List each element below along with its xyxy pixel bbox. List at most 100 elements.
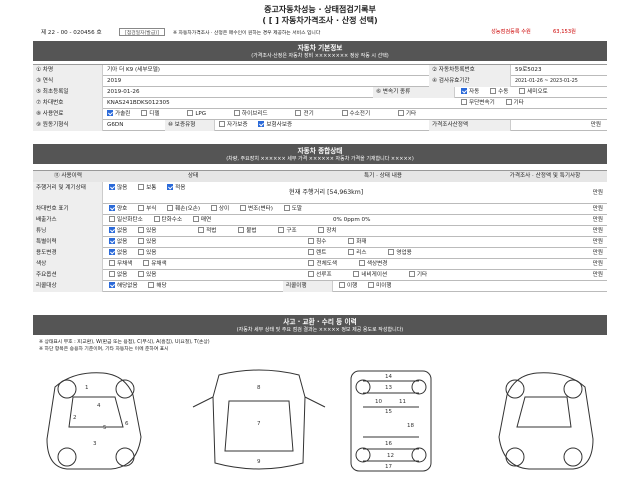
transmission-auto[interactable]: 자동 <box>461 87 479 98</box>
emission-co[interactable]: 일산화탄소 <box>109 215 143 226</box>
mileage-many[interactable]: 많음 <box>109 183 127 193</box>
options-other[interactable]: 기타 <box>408 270 427 281</box>
vin-painted[interactable]: 도말 <box>283 204 302 215</box>
options-sunroof[interactable]: 선루프 <box>308 270 332 281</box>
checkbox-icon <box>408 271 415 277</box>
fuel-hydrogen[interactable]: 수소전기 <box>341 109 371 120</box>
state-row-vin: 차대번호 표기 양호 부식 훼손(오손) 상이 변조(변타) 도말 만원 <box>33 204 607 215</box>
option-label: 화재 <box>356 239 367 245</box>
warranty-price-label: 가격조사산정액 <box>429 120 511 131</box>
options-yes[interactable]: 있음 <box>138 270 156 281</box>
vin-damage[interactable]: 훼손(오손) <box>167 204 200 215</box>
checkbox-icon <box>348 238 355 244</box>
transmission-label: ⑥ 변속기 종류 <box>373 87 455 98</box>
vin-corrosion[interactable]: 부식 <box>138 204 156 215</box>
tuning-legal[interactable]: 적법 <box>198 226 216 237</box>
special-yes[interactable]: 있음 <box>138 237 156 248</box>
mileage-normal[interactable]: 보통 <box>138 183 156 193</box>
transmission-other[interactable]: 기타 <box>505 98 524 109</box>
checkbox-icon <box>461 99 467 105</box>
fuel-gasoline[interactable]: 가솔린 <box>107 109 130 120</box>
option-label: 있음 <box>146 228 157 234</box>
checkbox-icon <box>187 110 194 116</box>
fuel-electric[interactable]: 전기 <box>295 109 314 120</box>
tuning-illegal[interactable]: 불법 <box>238 226 257 237</box>
usage-none[interactable]: 없음 <box>109 248 127 259</box>
color-achromatic[interactable]: 무채색 <box>109 259 132 270</box>
checkbox-checked-icon <box>107 110 113 116</box>
checkbox-checked-icon <box>109 184 115 190</box>
checkbox-icon <box>138 249 145 255</box>
tuning-yes[interactable]: 있음 <box>138 226 156 237</box>
recall-done-options: 이행 미이행 <box>339 281 479 292</box>
part-12: 12 <box>387 453 394 459</box>
vin-altered[interactable]: 변조(변타) <box>239 204 273 215</box>
usage-yes[interactable]: 있음 <box>138 248 156 259</box>
special-flood[interactable]: 침수 <box>308 237 326 248</box>
usage-commercial[interactable]: 영업용 <box>388 248 412 259</box>
checkbox-icon <box>318 227 325 233</box>
options-none[interactable]: 없음 <box>109 270 127 281</box>
option-label: 해당 <box>156 283 167 289</box>
color-chromatic[interactable]: 유채색 <box>143 259 167 270</box>
basic-row-4: ⑦ 차대번호 KNAS241BDKS012305 무단변속기 기타 <box>33 98 607 109</box>
checkbox-checked-icon <box>109 249 115 255</box>
checkbox-icon <box>153 216 160 222</box>
color-full-paint[interactable]: 전체도색 <box>308 259 337 270</box>
recall-not-done[interactable]: 미이행 <box>368 281 392 292</box>
fuel-other[interactable]: 기타 <box>397 109 416 120</box>
emission-hc[interactable]: 탄화수소 <box>153 215 182 226</box>
tuning-device[interactable]: 장치 <box>318 226 337 237</box>
vin-mark-label: 차대번호 표기 <box>33 204 103 215</box>
vin-good[interactable]: 양호 <box>109 204 127 215</box>
option-label: 일산화탄소 <box>117 217 143 223</box>
legend-line-1: ※ 상태표시 부호 : X(교환), W(판금 또는 용접), C(부식), A… <box>39 340 210 345</box>
main-options-options: 없음 있음 선루프 네비게이션 기타 <box>109 270 479 281</box>
warranty-self[interactable]: 자가보증 <box>219 120 248 131</box>
warranty-insurer[interactable]: 보험사보증 <box>258 120 292 131</box>
state-table: ⑪ 사용이력 상태 특기 · 상태 내용 가격조사 · 산정액 및 특기사항 주… <box>33 170 607 292</box>
fuel-diesel[interactable]: 디젤 <box>141 109 160 120</box>
emission-price: 만원 <box>592 217 603 223</box>
option-label: 선루프 <box>316 272 332 278</box>
checkbox-icon <box>109 271 115 277</box>
recall-done[interactable]: 이행 <box>339 281 357 292</box>
color-change[interactable]: 색상변경 <box>358 259 387 270</box>
options-navigation[interactable]: 네비게이션 <box>353 270 387 281</box>
tuning-structure[interactable]: 구조 <box>278 226 297 237</box>
special-fire[interactable]: 화재 <box>348 237 367 248</box>
option-label: 불법 <box>246 228 257 234</box>
basic-info-note: (가격조사·산정은 자동차 장비 ×××××××× 정상 작동 시 선택) <box>251 53 389 59</box>
col-detail: 특기 · 상태 내용 <box>283 171 483 182</box>
car-right-side-view <box>498 372 594 470</box>
usage-lease[interactable]: 리스 <box>348 248 367 259</box>
special-none[interactable]: 없음 <box>109 237 127 248</box>
fuel-lpg[interactable]: LPG <box>187 109 206 120</box>
recall-not-applicable[interactable]: 해당없음 <box>109 281 138 292</box>
first-reg-label: ⑤ 최초등록일 <box>33 87 103 98</box>
transmission-cvt[interactable]: 무단변속기 <box>461 98 495 109</box>
engine-type-label: ⑨ 원동기형식 <box>33 120 103 131</box>
tuning-options: 없음 있음 적법 불법 구조 장치 <box>109 226 479 237</box>
option-label: 전기 <box>303 111 314 117</box>
transmission-manual[interactable]: 수동 <box>490 87 508 98</box>
main-options-label: 주요옵션 <box>33 270 103 281</box>
tuning-none[interactable]: 없음 <box>109 226 127 237</box>
repair-history-note: (자동차 세부 상태 및 주요 점검 결과는 ××××× 정보 제공 용도로 작… <box>236 327 404 333</box>
car-name-value: 기아 더 K9 (세부모델) <box>107 67 160 73</box>
vin-different[interactable]: 상이 <box>210 204 229 215</box>
usage-rent[interactable]: 렌트 <box>308 248 326 259</box>
transmission-semiauto[interactable]: 세미오토 <box>519 87 548 98</box>
fuel-hybrid[interactable]: 하이브리드 <box>233 109 268 120</box>
emission-smoke[interactable]: 매연 <box>192 215 211 226</box>
emission-options: 일산화탄소 탄화수소 매연 <box>109 215 289 226</box>
price-service-notice: ※ 자동차가격조사 · 산정은 매수인이 원하는 경우 제공하는 서비스 입니다 <box>173 31 321 36</box>
mileage-few[interactable]: 적음 <box>167 183 185 193</box>
state-row-color: 색상 무채색 유채색 전체도색 색상변경 만원 <box>33 259 607 270</box>
checkbox-icon <box>348 249 355 255</box>
mileage-detail: 현재 주행거리 [54,963km] <box>289 189 364 196</box>
part-18: 18 <box>407 423 414 429</box>
checkbox-icon <box>192 216 199 222</box>
recall-applicable[interactable]: 해당 <box>148 281 167 292</box>
option-label: 수소전기 <box>349 111 371 117</box>
